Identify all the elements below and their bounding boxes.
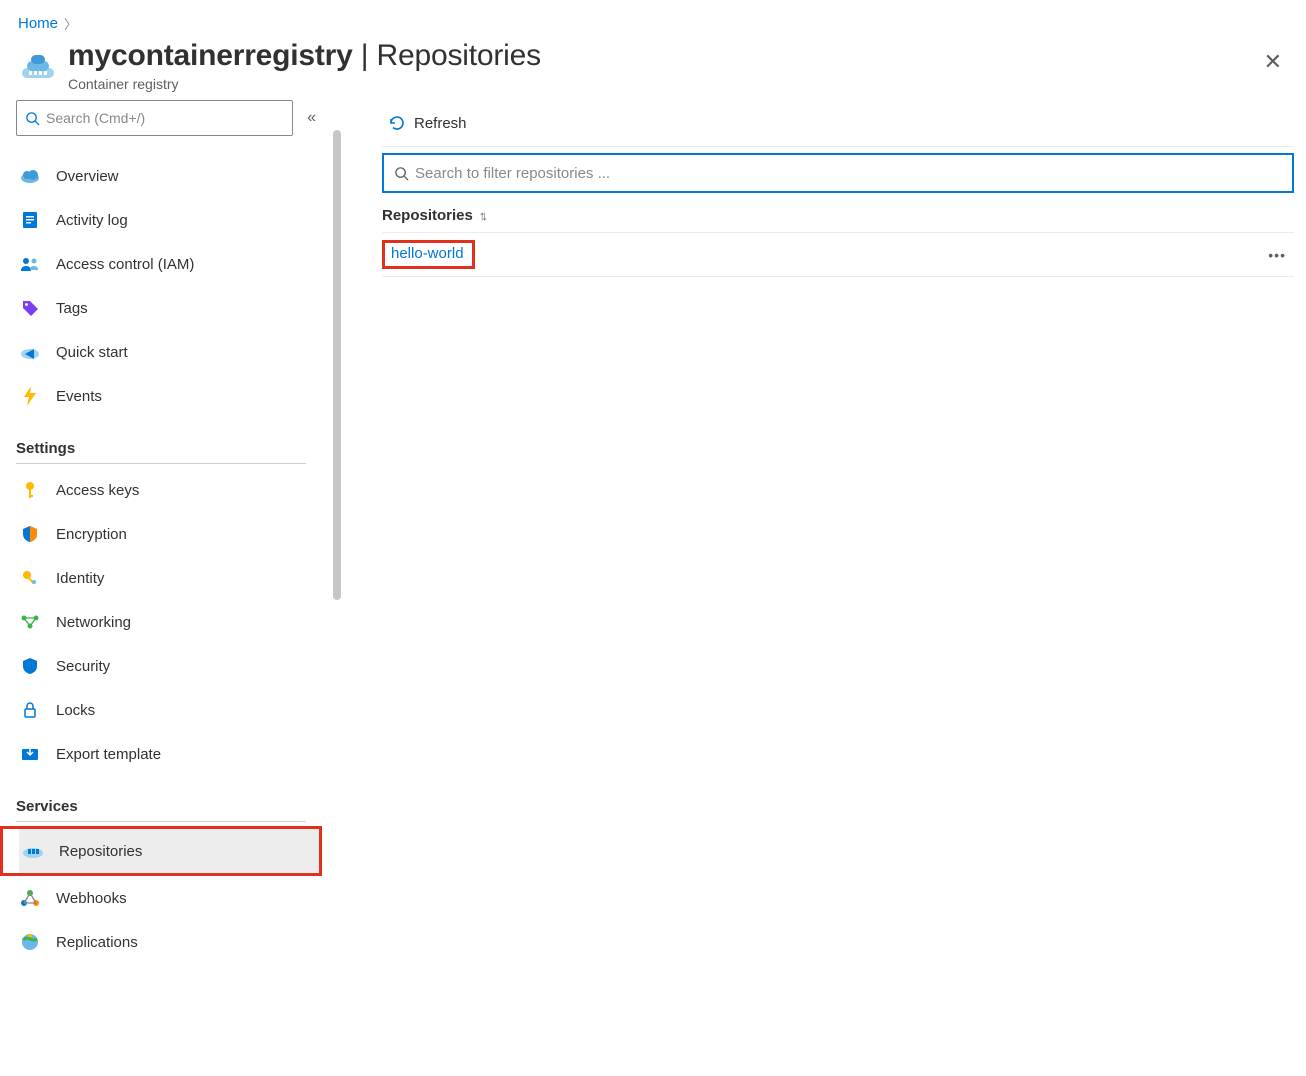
- repo-icon: [21, 839, 45, 863]
- sidebar-item-locks[interactable]: Locks: [16, 688, 330, 732]
- people-icon: [18, 252, 42, 276]
- tag-icon: [18, 296, 42, 320]
- sidebar-item-label: Networking: [56, 614, 131, 631]
- repo-filter[interactable]: [382, 153, 1294, 193]
- repo-link-hello-world[interactable]: hello-world: [391, 245, 464, 262]
- sort-icon: ↑↓: [479, 208, 484, 223]
- sidebar-item-repositories[interactable]: Repositories: [19, 829, 319, 873]
- cloud-icon: [18, 164, 42, 188]
- sidebar-item-label: Access control (IAM): [56, 256, 194, 273]
- sidebar-item-label: Encryption: [56, 526, 127, 543]
- repo-column-header[interactable]: Repositories ↑↓: [382, 203, 1294, 228]
- main-panel: Refresh Repositories ↑↓ hello-world •••: [344, 100, 1306, 964]
- refresh-icon: [388, 114, 406, 132]
- sidebar-item-label: Events: [56, 388, 102, 405]
- export-icon: [18, 742, 42, 766]
- breadcrumb: Home 〉: [0, 0, 1306, 39]
- sidebar-item-label: Access keys: [56, 482, 139, 499]
- shield-icon: [18, 522, 42, 546]
- sidebar-item-label: Export template: [56, 746, 161, 763]
- shield2-icon: [18, 654, 42, 678]
- sidebar-item-encryption[interactable]: Encryption: [16, 512, 330, 556]
- lock-icon: [18, 698, 42, 722]
- sidebar-item-networking[interactable]: Networking: [16, 600, 330, 644]
- sidebar-item-label: Identity: [56, 570, 104, 587]
- row-context-menu[interactable]: •••: [1264, 243, 1290, 267]
- sidebar-item-events[interactable]: Events: [16, 374, 330, 418]
- key-icon: [18, 478, 42, 502]
- chevron-right-icon: 〉: [64, 14, 77, 33]
- sidebar-item-activity-log[interactable]: Activity log: [16, 198, 330, 242]
- refresh-button[interactable]: Refresh: [382, 110, 473, 136]
- sidebar-search-placeholder: Search (Cmd+/): [46, 110, 145, 126]
- sidebar-item-label: Repositories: [59, 843, 142, 860]
- rocket-icon: [18, 340, 42, 364]
- sidebar-item-label: Security: [56, 658, 110, 675]
- container-registry-icon: [18, 47, 58, 87]
- page-header: mycontainerregistry | Repositories Conta…: [0, 39, 1306, 100]
- sidebar-section-settings: Settings: [16, 440, 306, 464]
- webhook-icon: [18, 886, 42, 910]
- sidebar-item-identity[interactable]: Identity: [16, 556, 330, 600]
- collapse-sidebar-button[interactable]: «: [303, 105, 320, 131]
- sidebar-item-access-keys[interactable]: Access keys: [16, 468, 330, 512]
- search-icon: [394, 166, 409, 181]
- sidebar-item-overview[interactable]: Overview: [16, 154, 330, 198]
- sidebar: Search (Cmd+/) « Overview Activity log: [0, 100, 330, 964]
- repo-row: hello-world •••: [382, 233, 1294, 277]
- sidebar-item-label: Locks: [56, 702, 95, 719]
- repo-filter-input[interactable]: [415, 165, 1282, 182]
- sidebar-item-iam[interactable]: Access control (IAM): [16, 242, 330, 286]
- sidebar-item-webhooks[interactable]: Webhooks: [16, 876, 330, 920]
- sidebar-item-label: Tags: [56, 300, 88, 317]
- sidebar-scrollbar[interactable]: [330, 100, 344, 964]
- sidebar-item-tags[interactable]: Tags: [16, 286, 330, 330]
- sidebar-item-label: Overview: [56, 168, 119, 185]
- sidebar-section-services: Services: [16, 798, 306, 822]
- sidebar-search[interactable]: Search (Cmd+/): [16, 100, 293, 136]
- sidebar-item-label: Activity log: [56, 212, 128, 229]
- log-icon: [18, 208, 42, 232]
- close-button[interactable]: ✕: [1258, 39, 1288, 85]
- breadcrumb-home[interactable]: Home: [18, 15, 58, 32]
- sidebar-item-security[interactable]: Security: [16, 644, 330, 688]
- search-icon: [25, 111, 40, 126]
- sidebar-item-export-template[interactable]: Export template: [16, 732, 330, 776]
- sidebar-item-label: Replications: [56, 934, 138, 951]
- sidebar-item-replications[interactable]: Replications: [16, 920, 330, 964]
- toolbar: Refresh: [382, 100, 1294, 146]
- page-subtitle: Container registry: [68, 76, 1258, 92]
- globe-icon: [18, 930, 42, 954]
- sidebar-item-quick-start[interactable]: Quick start: [16, 330, 330, 374]
- key2-icon: [18, 566, 42, 590]
- network-icon: [18, 610, 42, 634]
- sidebar-item-label: Webhooks: [56, 890, 127, 907]
- sidebar-item-label: Quick start: [56, 344, 128, 361]
- page-title: mycontainerregistry | Repositories: [68, 39, 1258, 72]
- refresh-label: Refresh: [414, 115, 467, 132]
- bolt-icon: [18, 384, 42, 408]
